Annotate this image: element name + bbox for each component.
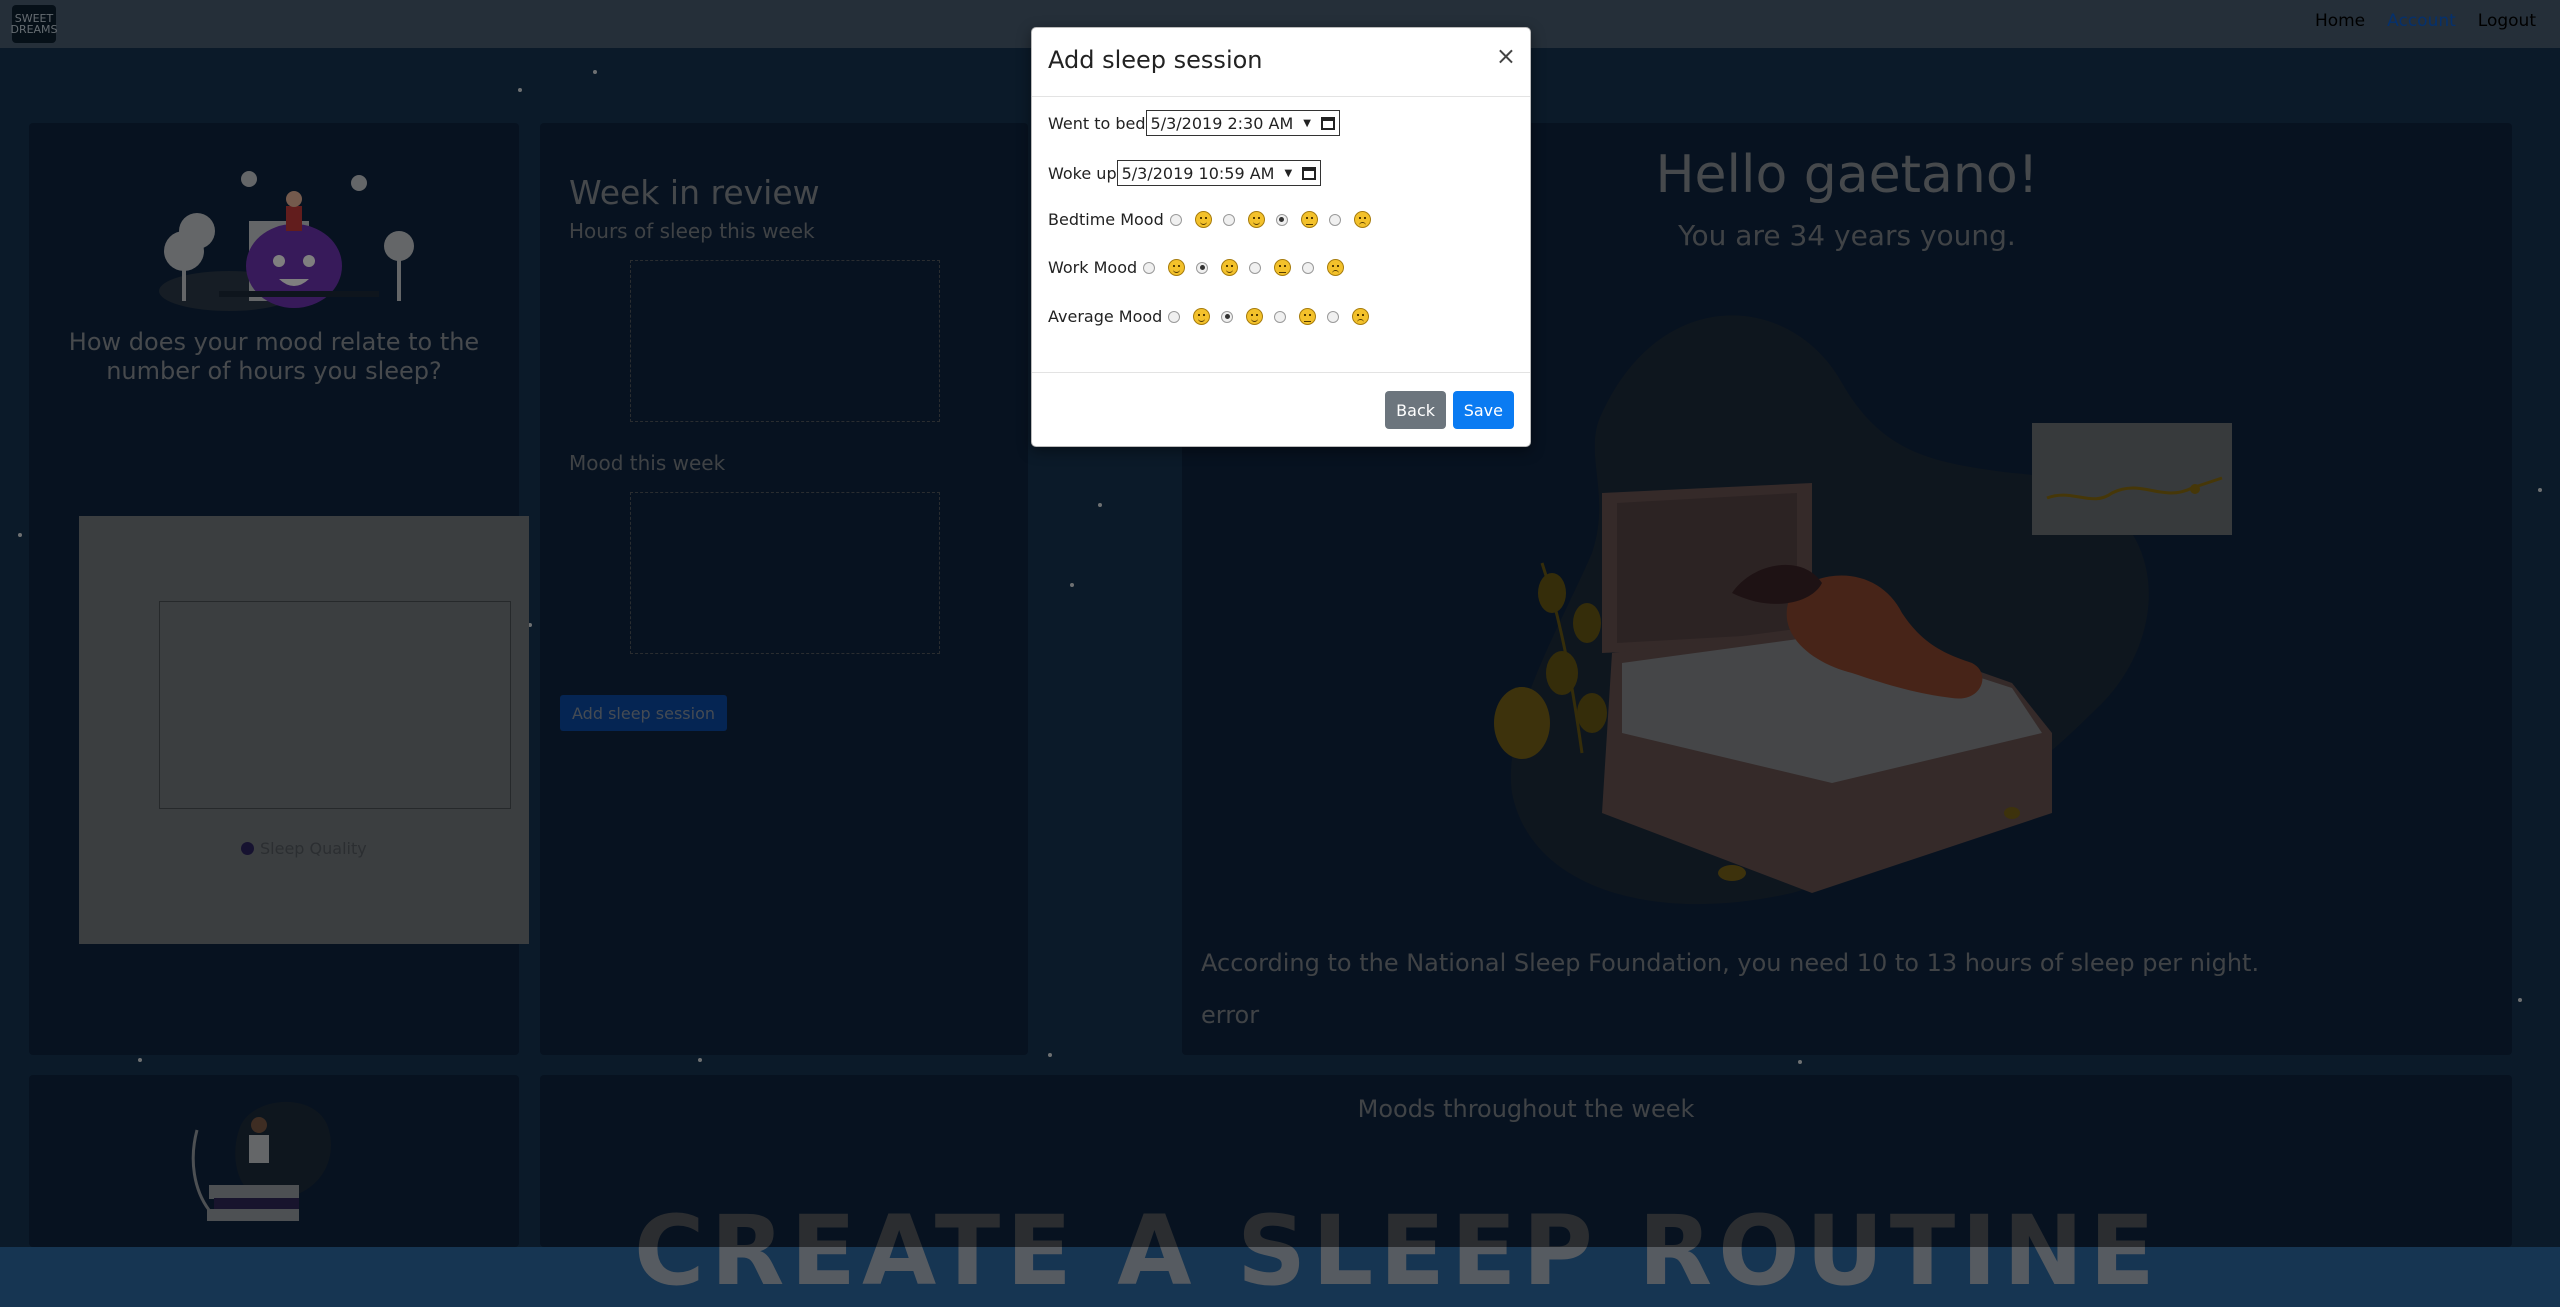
calendar-icon[interactable] [1302,166,1317,180]
smile-emoji-icon [1246,308,1264,325]
save-button[interactable]: Save [1452,391,1514,429]
average-mood-options [1162,308,1370,325]
average-mood-label: Average Mood [1048,307,1163,326]
work-mood-row: Work Mood [1048,258,1345,277]
sad-emoji-icon [1352,308,1370,325]
neutral-emoji-icon [1299,308,1317,325]
modal-title: Add sleep session [1048,46,1263,74]
went-to-bed-label: Went to bed [1048,113,1146,133]
work-mood-radio-3[interactable] [1249,261,1262,274]
average-mood-radio-4[interactable] [1327,310,1340,323]
bedtime-mood-row: Bedtime Mood [1048,210,1371,229]
back-button[interactable]: Back [1385,391,1446,429]
woke-up-label: Woke up [1048,163,1117,183]
bedtime-mood-label: Bedtime Mood [1048,210,1164,229]
woke-up-value: 5/3/2019 10:59 AM [1121,163,1275,183]
bedtime-mood-radio-1[interactable] [1169,213,1182,226]
smile-emoji-icon [1247,211,1265,228]
work-mood-radio-4[interactable] [1302,261,1315,274]
went-to-bed-row: Went to bed 5/3/2019 2:30 AM ▼ [1048,110,1340,136]
average-mood-radio-3[interactable] [1274,310,1287,323]
bedtime-mood-radio-4[interactable] [1328,213,1341,226]
bedtime-mood-radio-2[interactable] [1222,213,1235,226]
woke-up-row: Woke up 5/3/2019 10:59 AM ▼ [1048,160,1322,186]
average-mood-radio-1[interactable] [1168,310,1181,323]
work-mood-options [1137,259,1345,276]
dropdown-caret-icon[interactable]: ▼ [1284,168,1292,179]
average-mood-row: Average Mood [1048,307,1370,326]
modal-header: Add sleep session × [1032,28,1530,97]
sad-emoji-icon [1353,211,1371,228]
close-icon[interactable]: × [1496,42,1516,70]
grin-emoji-icon [1168,259,1186,276]
bedtime-mood-radio-3[interactable] [1275,213,1288,226]
modal-footer: Back Save [1032,372,1530,447]
grin-emoji-icon [1194,211,1212,228]
went-to-bed-value: 5/3/2019 2:30 AM [1150,113,1294,133]
sad-emoji-icon [1327,259,1345,276]
bedtime-mood-options [1164,211,1371,228]
dropdown-caret-icon[interactable]: ▼ [1303,118,1311,129]
neutral-emoji-icon [1300,211,1318,228]
calendar-icon[interactable] [1320,116,1335,130]
woke-up-input[interactable]: 5/3/2019 10:59 AM ▼ [1116,160,1322,186]
average-mood-radio-2[interactable] [1221,310,1234,323]
add-sleep-session-modal: Add sleep session × Went to bed 5/3/2019… [1031,27,1531,447]
work-mood-label: Work Mood [1048,258,1138,277]
went-to-bed-input[interactable]: 5/3/2019 2:30 AM ▼ [1145,110,1340,136]
work-mood-radio-2[interactable] [1196,261,1209,274]
work-mood-radio-1[interactable] [1143,261,1156,274]
neutral-emoji-icon [1274,259,1292,276]
grin-emoji-icon [1193,308,1211,325]
smile-emoji-icon [1221,259,1239,276]
